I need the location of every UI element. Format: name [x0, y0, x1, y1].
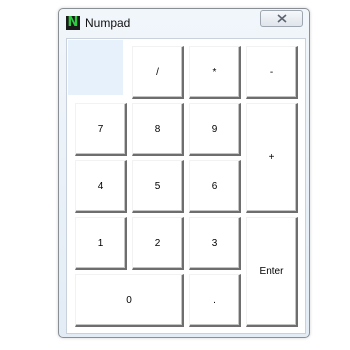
key-9[interactable]: 9: [189, 103, 241, 156]
app-icon: N: [66, 15, 80, 30]
key-decimal[interactable]: .: [189, 274, 241, 327]
key-divide[interactable]: /: [132, 46, 184, 99]
key-4[interactable]: 4: [75, 160, 127, 213]
key-7[interactable]: 7: [75, 103, 127, 156]
key-multiply[interactable]: *: [189, 46, 241, 99]
key-3[interactable]: 3: [189, 217, 241, 270]
key-8[interactable]: 8: [132, 103, 184, 156]
empty-cell: [68, 40, 123, 95]
key-plus[interactable]: +: [246, 103, 298, 213]
window-title: Numpad: [85, 16, 131, 30]
key-enter[interactable]: Enter: [246, 217, 298, 327]
key-minus[interactable]: -: [246, 46, 298, 99]
key-0[interactable]: 0: [75, 274, 184, 327]
close-icon: [277, 14, 287, 23]
key-1[interactable]: 1: [75, 217, 127, 270]
key-6[interactable]: 6: [189, 160, 241, 213]
close-button[interactable]: [260, 10, 303, 27]
key-5[interactable]: 5: [132, 160, 184, 213]
key-2[interactable]: 2: [132, 217, 184, 270]
title-bar[interactable]: N Numpad: [59, 9, 309, 37]
numpad-window: N Numpad / * - 7 8 9 + 4 5 6 1 2 3 Enter…: [58, 8, 310, 338]
keypad-area: / * - 7 8 9 + 4 5 6 1 2 3 Enter 0 .: [66, 38, 306, 334]
